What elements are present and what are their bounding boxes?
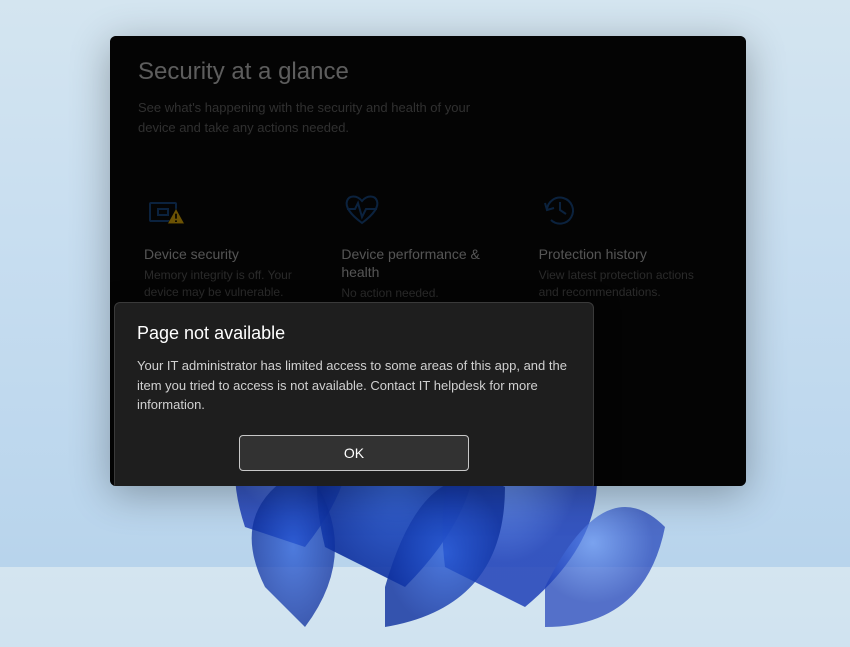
ok-button[interactable]: OK xyxy=(239,435,469,471)
page-not-available-dialog: Page not available Your IT administrator… xyxy=(114,302,594,486)
dialog-body: Your IT administrator has limited access… xyxy=(137,356,571,415)
dialog-title: Page not available xyxy=(137,323,571,344)
security-window: Security at a glance See what's happenin… xyxy=(110,36,746,486)
